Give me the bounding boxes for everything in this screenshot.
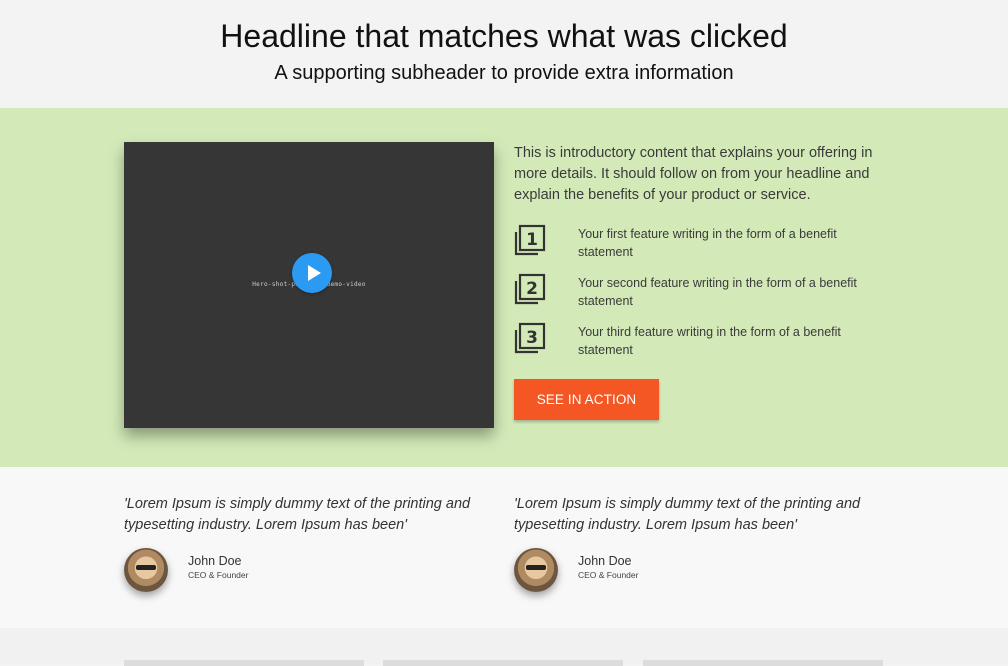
hero-video[interactable]: Hero-shot-photo-or-demo-video <box>124 142 494 428</box>
testimonial-author: John Doe CEO & Founder <box>514 548 884 598</box>
author-role: CEO & Founder <box>578 570 639 580</box>
author-name: John Doe <box>578 554 632 568</box>
author-name: John Doe <box>188 554 242 568</box>
number-2-icon: 2 <box>514 273 546 305</box>
testimonial-quote: 'Lorem Ipsum is simply dummy text of the… <box>514 496 861 533</box>
hero-section: Hero-shot-photo-or-demo-video This is in… <box>0 108 1008 467</box>
intro-text: This is introductory content that explai… <box>514 145 873 203</box>
author-role: CEO & Founder <box>188 570 249 580</box>
footer-card <box>124 660 364 666</box>
feature-item: 2 Your second feature writing in the for… <box>514 273 884 322</box>
feature-text: Your third feature writing in the form o… <box>578 325 841 357</box>
svg-text:2: 2 <box>526 279 538 299</box>
testimonial-quote: 'Lorem Ipsum is simply dummy text of the… <box>124 496 471 533</box>
page-subtitle: A supporting subheader to provide extra … <box>274 62 734 84</box>
play-button[interactable] <box>292 253 332 293</box>
feature-item: 3 Your third feature writing in the form… <box>514 322 884 371</box>
avatar <box>124 548 168 592</box>
footer-card <box>383 660 623 666</box>
page-header: Headline that matches what was clicked A… <box>0 0 1008 108</box>
testimonials-section: 'Lorem Ipsum is simply dummy text of the… <box>0 467 1008 628</box>
feature-item: 1 Your first feature writing in the form… <box>514 224 884 273</box>
svg-text:1: 1 <box>526 230 538 250</box>
testimonial-author: John Doe CEO & Founder <box>124 548 494 598</box>
testimonial: 'Lorem Ipsum is simply dummy text of the… <box>514 494 884 598</box>
feature-list: 1 Your first feature writing in the form… <box>514 224 884 371</box>
page-title: Headline that matches what was clicked <box>220 18 788 54</box>
feature-text: Your second feature writing in the form … <box>578 276 857 308</box>
play-icon <box>308 265 321 281</box>
footer-card <box>643 660 883 666</box>
testimonial: 'Lorem Ipsum is simply dummy text of the… <box>124 494 494 598</box>
number-3-icon: 3 <box>514 322 546 354</box>
feature-text: Your first feature writing in the form o… <box>578 227 837 259</box>
number-1-icon: 1 <box>514 224 546 256</box>
avatar <box>514 548 558 592</box>
see-in-action-button[interactable]: SEE IN ACTION <box>514 379 659 420</box>
footer-band <box>0 628 1008 666</box>
svg-text:3: 3 <box>526 328 538 348</box>
